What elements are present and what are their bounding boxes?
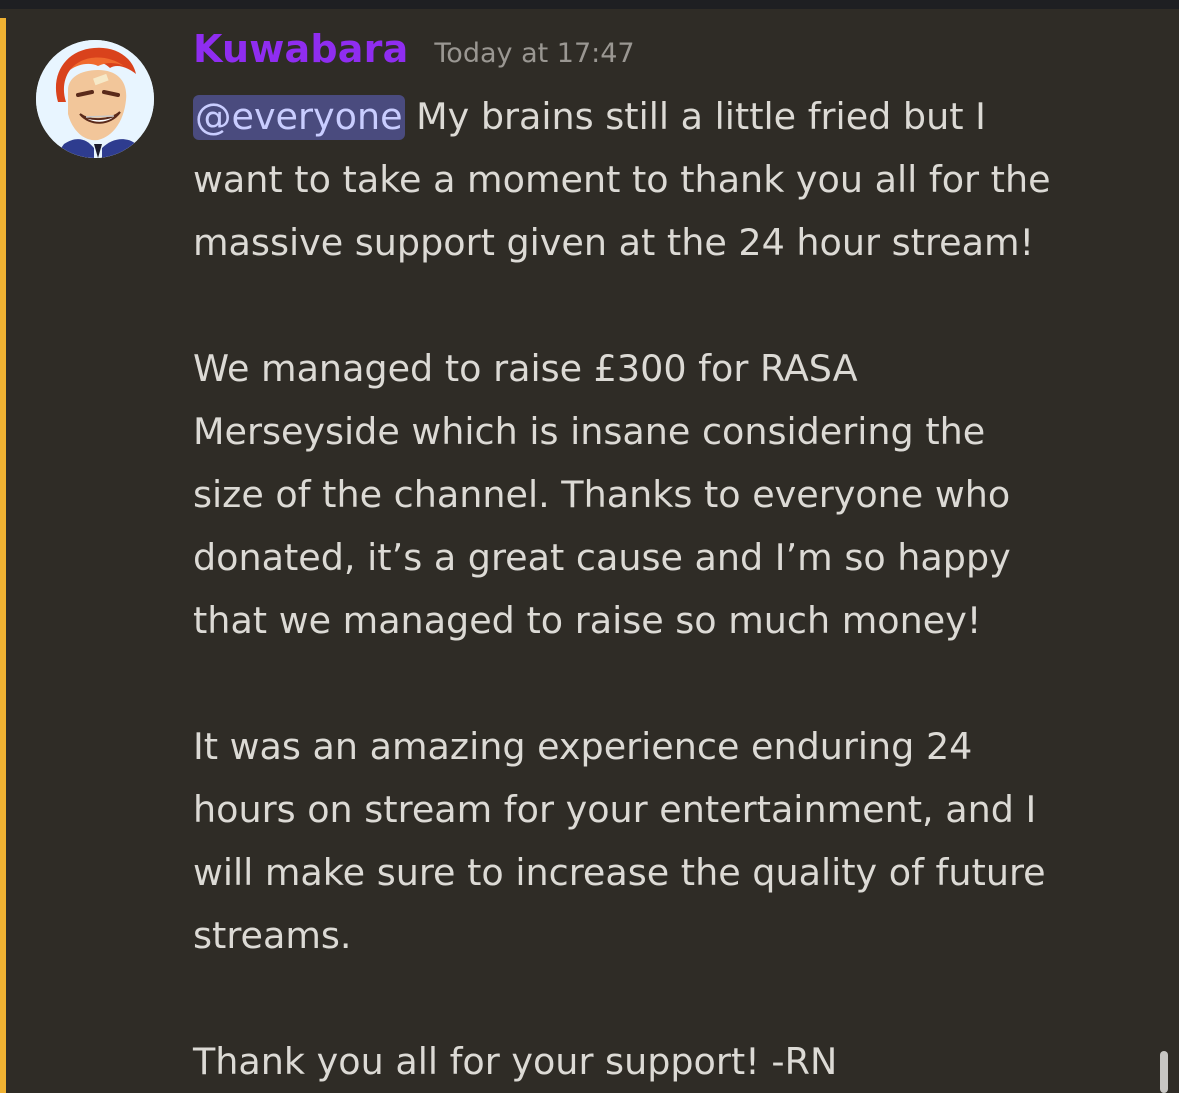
everyone-mention[interactable]: @everyone (193, 95, 405, 140)
message-line: massive support given at the 24 hour str… (193, 221, 1035, 264)
scrollbar-thumb[interactable] (1160, 1051, 1168, 1093)
message-content: @everyone My brains still a little fried… (193, 85, 1163, 1093)
top-divider (0, 0, 1179, 9)
chat-view: Kuwabara Today at 17:47 @everyone My bra… (0, 0, 1179, 1093)
message-line: hours on stream for your entertainment, … (193, 788, 1037, 831)
message-line: We managed to raise £300 for RASA (193, 347, 858, 390)
message-line-text: My brains still a little fried but I (404, 95, 986, 138)
avatar[interactable] (36, 40, 154, 158)
mention-highlight-bar (0, 18, 6, 1093)
message-line: size of the channel. Thanks to everyone … (193, 473, 1011, 516)
message-timestamp[interactable]: Today at 17:47 (434, 38, 634, 69)
message-line: will make sure to increase the quality o… (193, 851, 1046, 894)
message-line: Thank you all for your support! -RN (193, 1040, 838, 1083)
author-username[interactable]: Kuwabara (193, 27, 408, 71)
message-line: donated, it’s a great cause and I’m so h… (193, 536, 1011, 579)
message-line: It was an amazing experience enduring 24 (193, 725, 973, 768)
message-line: Merseyside which is insane considering t… (193, 410, 986, 453)
message-line: that we managed to raise so much money! (193, 599, 982, 642)
anime-character-avatar-icon (36, 40, 154, 158)
message-header: Kuwabara Today at 17:47 (193, 27, 635, 77)
chat-message[interactable]: Kuwabara Today at 17:47 @everyone My bra… (0, 9, 1179, 1093)
message-line: streams. (193, 914, 352, 957)
message-line: @everyone My brains still a little fried… (193, 85, 1163, 148)
message-line: want to take a moment to thank you all f… (193, 158, 1051, 201)
